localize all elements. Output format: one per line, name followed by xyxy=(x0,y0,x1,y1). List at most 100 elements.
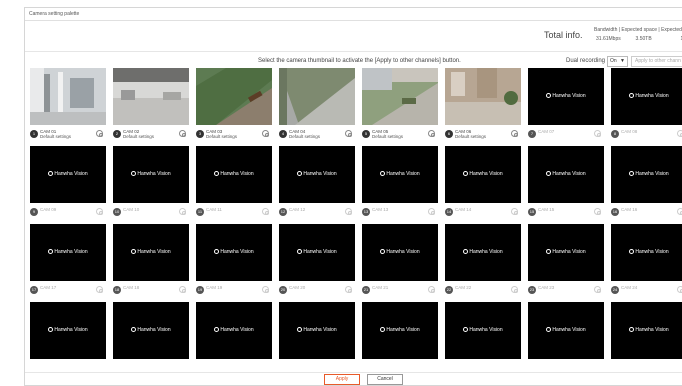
logo-text: Hanwha Vision xyxy=(469,249,503,255)
camera-thumbnail[interactable]: Hanwha Vision xyxy=(445,224,521,281)
gear-icon[interactable] xyxy=(345,130,352,137)
hanwha-vision-logo: Hanwha Vision xyxy=(611,171,682,177)
gear-icon[interactable] xyxy=(428,130,435,137)
dual-recording-select[interactable]: On ▼ xyxy=(607,56,628,67)
logo-text: Hanwha Vision xyxy=(303,327,337,333)
logo-text: Hanwha Vision xyxy=(137,249,171,255)
gear-icon[interactable] xyxy=(345,286,352,293)
dual-recording-label: Dual recording xyxy=(566,58,606,64)
logo-mark-icon xyxy=(380,327,386,332)
gear-icon[interactable] xyxy=(96,286,103,293)
camera-thumbnail[interactable] xyxy=(279,68,355,125)
camera-thumbnail[interactable] xyxy=(30,68,106,125)
camera-snapshot-image xyxy=(113,68,189,125)
camera-thumbnail[interactable]: Hanwha Vision xyxy=(528,302,604,359)
hanwha-vision-logo: Hanwha Vision xyxy=(279,327,355,333)
camera-thumbnail[interactable]: Hanwha Vision xyxy=(445,302,521,359)
cancel-button[interactable]: Cancel xyxy=(367,374,403,385)
camera-thumbnail[interactable]: Hanwha Vision xyxy=(30,302,106,359)
camera-setting-status: Default settings xyxy=(372,134,404,139)
camera-thumbnail[interactable] xyxy=(362,68,438,125)
channel-number-badge: 6 xyxy=(445,130,453,138)
camera-thumbnail[interactable]: Hanwha Vision xyxy=(279,146,355,203)
camera-thumbnail[interactable]: Hanwha Vision xyxy=(113,302,189,359)
gear-icon[interactable] xyxy=(511,208,518,215)
camera-thumbnail[interactable]: Hanwha Vision xyxy=(30,224,106,281)
gear-icon[interactable] xyxy=(345,208,352,215)
hanwha-vision-logo: Hanwha Vision xyxy=(196,327,272,333)
gear-icon[interactable] xyxy=(179,130,186,137)
logo-mark-icon xyxy=(214,327,220,332)
camera-thumbnail[interactable]: Hanwha Vision xyxy=(196,146,272,203)
camera-thumbnail[interactable]: Hanwha Vision xyxy=(528,68,604,125)
camera-name: CAM 14 xyxy=(455,207,472,212)
channel-number-badge: 9 xyxy=(30,208,38,216)
gear-icon[interactable] xyxy=(262,130,269,137)
camera-thumbnail[interactable]: Hanwha Vision xyxy=(279,302,355,359)
camera-thumbnail[interactable] xyxy=(445,68,521,125)
logo-mark-icon xyxy=(546,327,552,332)
gear-icon[interactable] xyxy=(677,130,682,137)
camera-thumbnail[interactable] xyxy=(113,68,189,125)
logo-text: Hanwha Vision xyxy=(137,327,171,333)
gear-icon[interactable] xyxy=(179,286,186,293)
logo-mark-icon xyxy=(297,327,303,332)
apply-to-other-channels-button[interactable]: Apply to other chann xyxy=(631,56,682,67)
camera-thumbnail[interactable]: Hanwha Vision xyxy=(611,146,682,203)
gear-icon[interactable] xyxy=(594,130,601,137)
logo-text: Hanwha Vision xyxy=(469,327,503,333)
logo-text: Hanwha Vision xyxy=(386,327,420,333)
gear-icon[interactable] xyxy=(594,286,601,293)
gear-icon[interactable] xyxy=(96,130,103,137)
camera-thumbnail[interactable]: Hanwha Vision xyxy=(611,68,682,125)
gear-icon[interactable] xyxy=(594,208,601,215)
camera-thumbnail[interactable] xyxy=(196,68,272,125)
instruction-text: Select the camera thumbnail to activate … xyxy=(258,58,461,64)
logo-mark-icon xyxy=(629,249,635,254)
gear-icon[interactable] xyxy=(96,208,103,215)
camera-thumbnail[interactable]: Hanwha Vision xyxy=(445,146,521,203)
camera-thumbnail[interactable]: Hanwha Vision xyxy=(611,224,682,281)
logo-text: Hanwha Vision xyxy=(635,171,669,177)
hanwha-vision-logo: Hanwha Vision xyxy=(445,249,521,255)
gear-icon[interactable] xyxy=(179,208,186,215)
channel-number-badge: 21 xyxy=(362,286,370,294)
camera-thumbnail[interactable]: Hanwha Vision xyxy=(30,146,106,203)
hanwha-vision-logo: Hanwha Vision xyxy=(279,249,355,255)
panel-title: Camera setting palette xyxy=(29,11,80,17)
gear-icon[interactable] xyxy=(677,286,682,293)
divider xyxy=(25,51,682,52)
camera-setting-status: Default settings xyxy=(206,134,238,139)
logo-mark-icon xyxy=(546,249,552,254)
camera-thumbnail[interactable]: Hanwha Vision xyxy=(196,224,272,281)
camera-name: CAM 22 xyxy=(455,285,472,290)
camera-thumbnail[interactable]: Hanwha Vision xyxy=(362,146,438,203)
logo-text: Hanwha Vision xyxy=(303,171,337,177)
camera-thumbnail[interactable]: Hanwha Vision xyxy=(113,146,189,203)
gear-icon[interactable] xyxy=(677,208,682,215)
gear-icon[interactable] xyxy=(262,286,269,293)
gear-icon[interactable] xyxy=(428,208,435,215)
hanwha-vision-logo: Hanwha Vision xyxy=(30,327,106,333)
camera-thumbnail[interactable]: Hanwha Vision xyxy=(362,302,438,359)
camera-thumbnail[interactable]: Hanwha Vision xyxy=(113,224,189,281)
camera-thumbnail[interactable]: Hanwha Vision xyxy=(528,224,604,281)
logo-mark-icon xyxy=(463,327,469,332)
apply-button[interactable]: Apply xyxy=(324,374,360,385)
gear-icon[interactable] xyxy=(511,130,518,137)
camera-thumbnail[interactable]: Hanwha Vision xyxy=(362,224,438,281)
hanwha-vision-logo: Hanwha Vision xyxy=(528,249,604,255)
gear-icon[interactable] xyxy=(511,286,518,293)
logo-text: Hanwha Vision xyxy=(137,171,171,177)
camera-name: CAM 09 xyxy=(40,207,57,212)
camera-thumbnail[interactable]: Hanwha Vision xyxy=(279,224,355,281)
bandwidth-value: 31.61Mbps xyxy=(596,36,621,42)
hanwha-vision-logo: Hanwha Vision xyxy=(30,249,106,255)
camera-thumbnail[interactable]: Hanwha Vision xyxy=(528,146,604,203)
camera-thumbnail[interactable]: Hanwha Vision xyxy=(611,302,682,359)
camera-thumbnail[interactable]: Hanwha Vision xyxy=(196,302,272,359)
gear-icon[interactable] xyxy=(262,208,269,215)
hanwha-vision-logo: Hanwha Vision xyxy=(445,171,521,177)
logo-text: Hanwha Vision xyxy=(552,171,586,177)
gear-icon[interactable] xyxy=(428,286,435,293)
